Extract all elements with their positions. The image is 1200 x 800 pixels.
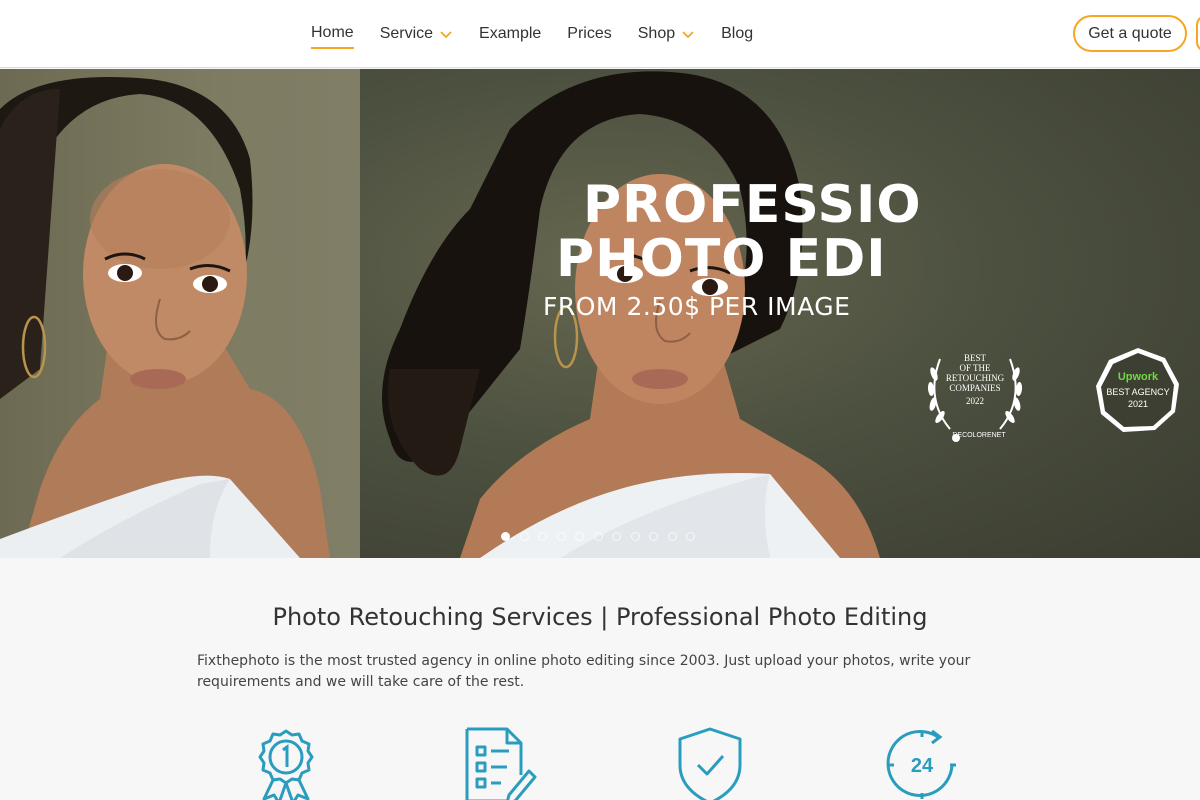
slider-dot[interactable] xyxy=(519,532,529,541)
slider-dot[interactable] xyxy=(612,532,621,541)
award-brand: DECOLORENET xyxy=(952,432,1006,439)
slider-dot[interactable] xyxy=(686,532,695,541)
upwork-line-2: 2021 xyxy=(1127,399,1149,409)
hero-title-line-1: PROFESSIO xyxy=(583,175,922,235)
hero-subtitle: FROM 2.50$ PER IMAGE xyxy=(543,292,851,321)
slider-dot[interactable] xyxy=(501,532,510,541)
chevron-down-icon xyxy=(682,31,694,39)
hero-before-image xyxy=(0,69,360,558)
award-badge: BEST OF THE RETOUCHING COMPANIES 2022 DE… xyxy=(920,339,1030,449)
nav-item-service[interactable]: Service xyxy=(380,19,453,49)
slider-dot[interactable] xyxy=(593,532,603,541)
nav-item-label: Shop xyxy=(637,25,676,42)
svg-text:24: 24 xyxy=(911,755,934,777)
slider-dot[interactable] xyxy=(575,532,584,541)
get-quote-button[interactable]: Get a quote xyxy=(1073,15,1187,52)
nav-item-label: Prices xyxy=(567,25,612,42)
award-line: OF THE xyxy=(959,363,991,373)
upwork-brand: Upwork xyxy=(1117,371,1159,383)
nav-item-label: Example xyxy=(479,25,542,42)
nav-item-label: Blog xyxy=(721,25,754,42)
nav-item-shop[interactable]: Shop xyxy=(638,19,695,49)
slider-dot[interactable] xyxy=(649,532,658,541)
award-medal-icon xyxy=(258,729,314,800)
secondary-button-cut-off[interactable] xyxy=(1196,15,1200,52)
page-description: Fixthephoto is the most trusted agency i… xyxy=(197,653,971,690)
nav-item-home[interactable]: Home xyxy=(311,19,354,49)
clock-24-icon: 24 xyxy=(886,729,956,799)
nav-item-example[interactable]: Example xyxy=(479,19,541,49)
award-line: BEST xyxy=(963,353,986,363)
nav-item-label: Home xyxy=(311,24,354,41)
award-line: RETOUCHING xyxy=(945,373,1005,383)
chevron-down-icon xyxy=(440,31,452,39)
slider-dot[interactable] xyxy=(538,532,547,541)
slider-dot[interactable] xyxy=(667,532,677,541)
slider-dot[interactable] xyxy=(556,532,566,541)
nav-item-blog[interactable]: Blog xyxy=(721,19,753,49)
award-line: COMPANIES xyxy=(949,383,1001,393)
slider-dots xyxy=(501,532,705,541)
upwork-line-1: BEST AGENCY xyxy=(1106,387,1170,397)
slider-dot[interactable] xyxy=(630,532,640,541)
shield-check-icon xyxy=(678,727,742,800)
nav-item-label: Service xyxy=(379,25,434,42)
hero-title-line-2: PHOTO EDI xyxy=(556,229,887,289)
hero-slider: PROFESSIO PHOTO EDI FROM 2.50$ PER IMAGE… xyxy=(0,69,1200,558)
main-menu: Home Service Example Prices Shop Blog xyxy=(311,0,779,68)
award-year: 2022 xyxy=(966,396,984,406)
page-title: Photo Retouching Services | Professional… xyxy=(272,603,928,631)
nav-item-prices[interactable]: Prices xyxy=(567,19,611,49)
upwork-badge: Upwork BEST AGENCY 2021 xyxy=(1093,346,1183,436)
portrait-before-illustration xyxy=(0,77,330,558)
top-navbar: Home Service Example Prices Shop Blog Ge… xyxy=(0,0,1200,68)
checklist-document-icon xyxy=(465,727,537,800)
